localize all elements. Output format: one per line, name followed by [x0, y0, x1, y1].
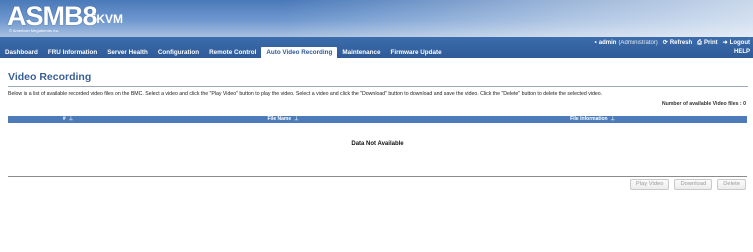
play-video-button[interactable]: Play Video	[629, 179, 670, 190]
title-divider	[8, 86, 748, 87]
sort-icon: ⊥	[610, 116, 615, 122]
table-divider	[8, 176, 747, 177]
nav-server-health[interactable]: Server Health	[102, 47, 153, 58]
nav-fru-information[interactable]: FRU Information	[43, 47, 102, 58]
logo-tag: © American Megatrends Inc.	[9, 28, 60, 33]
main-nav: Dashboard FRU Information Server Health …	[0, 47, 447, 58]
video-count: Number of available Video files : 0	[661, 101, 746, 107]
action-buttons: Play Video Download Delete	[629, 179, 746, 190]
user-role: (Administrator)	[618, 40, 658, 46]
refresh-link[interactable]: ⟳ Refresh	[663, 39, 692, 47]
column-header-file-name[interactable]: File Name ⊥	[128, 116, 438, 123]
print-icon: ⎙	[697, 40, 702, 46]
nav-configuration[interactable]: Configuration	[153, 47, 204, 58]
column-header-number[interactable]: # ⊥	[8, 116, 128, 123]
sort-icon: ⊥	[68, 116, 74, 122]
logout-link[interactable]: ➜ Logout	[723, 39, 750, 47]
page-title: Video Recording	[8, 71, 92, 83]
nav-dashboard[interactable]: Dashboard	[0, 47, 43, 58]
delete-button[interactable]: Delete	[717, 179, 746, 190]
header-gradient	[283, 0, 753, 37]
column-header-file-information[interactable]: File Information ⊥	[438, 116, 747, 123]
refresh-icon: ⟳	[662, 40, 668, 46]
logo-sub: iKVM	[93, 12, 123, 26]
help-link[interactable]: HELP	[734, 48, 750, 57]
logout-label[interactable]: Logout	[730, 39, 750, 47]
sort-icon: ⊥	[294, 116, 299, 122]
refresh-label[interactable]: Refresh	[670, 39, 692, 47]
logout-icon: ➜	[722, 40, 728, 46]
print-label[interactable]: Print	[704, 39, 718, 47]
empty-message: Data Not Available	[351, 141, 404, 147]
nav-firmware-update[interactable]: Firmware Update	[386, 47, 447, 58]
column-label: #	[62, 116, 66, 122]
nav-auto-video-recording[interactable]: Auto Video Recording	[261, 47, 338, 58]
table-header: # ⊥ File Name ⊥ File Information ⊥	[8, 116, 747, 123]
print-link[interactable]: ⎙ Print	[697, 39, 717, 47]
logo-main: ASMB8	[7, 1, 98, 31]
user-bullet-icon: •	[594, 40, 597, 46]
user-info: • admin (Administrator)	[595, 39, 658, 47]
column-label: File Information	[570, 116, 608, 122]
nav-maintenance[interactable]: Maintenance	[337, 47, 385, 58]
app-header: ASMB8 iKVM © American Megatrends Inc.	[0, 0, 753, 37]
user-name: admin	[598, 40, 617, 46]
page-description: Below is a list of available recorded vi…	[8, 91, 603, 97]
column-label: File Name	[267, 116, 292, 122]
nav-remote-control[interactable]: Remote Control	[204, 47, 261, 58]
utility-bar: • admin (Administrator) ⟳ Refresh ⎙ Prin…	[595, 39, 750, 47]
download-button[interactable]: Download	[674, 179, 713, 190]
video-table: # ⊥ File Name ⊥ File Information ⊥ Data …	[8, 116, 747, 147]
